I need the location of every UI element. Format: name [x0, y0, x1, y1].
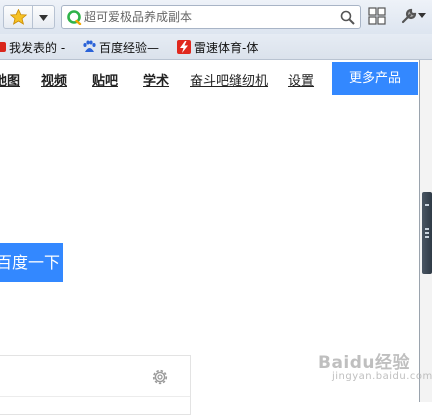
- nav-link-tieba[interactable]: 贴吧: [92, 70, 118, 89]
- nav-link-settings[interactable]: 设置: [288, 70, 314, 89]
- side-scroll-handle[interactable]: [422, 192, 432, 274]
- magnifier-icon[interactable]: [340, 10, 355, 25]
- bookmarks-bar: 我发表的 - 百度经验— 雷速体育-体: [0, 34, 432, 60]
- red-lightning-icon: [177, 40, 191, 54]
- gear-icon[interactable]: [150, 367, 170, 387]
- red-favicon: [0, 42, 6, 52]
- watermark-logo: Baidu经验: [318, 353, 411, 373]
- bookmark-label: 我发表的 -: [9, 41, 66, 55]
- baidu-paw-icon: [83, 40, 96, 52]
- baidu-search-button[interactable]: 百度一下: [0, 243, 63, 282]
- favorites-button[interactable]: [3, 5, 33, 29]
- watermark-url: jingyan.baidu.com: [332, 371, 432, 382]
- nav-link-map[interactable]: 地图: [0, 70, 20, 89]
- bookmark-label: 雷速体育-体: [194, 41, 259, 55]
- star-icon: [10, 9, 27, 25]
- browser-toolbar: [0, 0, 432, 34]
- nav-link-video[interactable]: 视频: [41, 70, 67, 89]
- baidu-jingyan-watermark: Baidu经验 jingyan.baidu.com: [312, 348, 432, 402]
- address-search-box[interactable]: [61, 5, 361, 29]
- chevron-down-icon: [39, 15, 48, 21]
- search-engine-icon: [67, 10, 82, 25]
- favorites-dropdown-button[interactable]: [33, 5, 55, 29]
- panel-divider: [0, 396, 190, 397]
- nav-link-user[interactable]: 奋斗吧缝纫机: [190, 70, 268, 89]
- bookmark-label: 百度经验—: [99, 41, 160, 55]
- wrench-icon[interactable]: [400, 7, 418, 25]
- nav-link-xueshu[interactable]: 学术: [143, 70, 169, 89]
- grid-icon[interactable]: [368, 7, 386, 25]
- more-products-button[interactable]: 更多产品: [332, 62, 418, 95]
- content-panel: [0, 355, 191, 415]
- tools-dropdown-icon[interactable]: [418, 13, 426, 18]
- search-input[interactable]: [84, 8, 324, 26]
